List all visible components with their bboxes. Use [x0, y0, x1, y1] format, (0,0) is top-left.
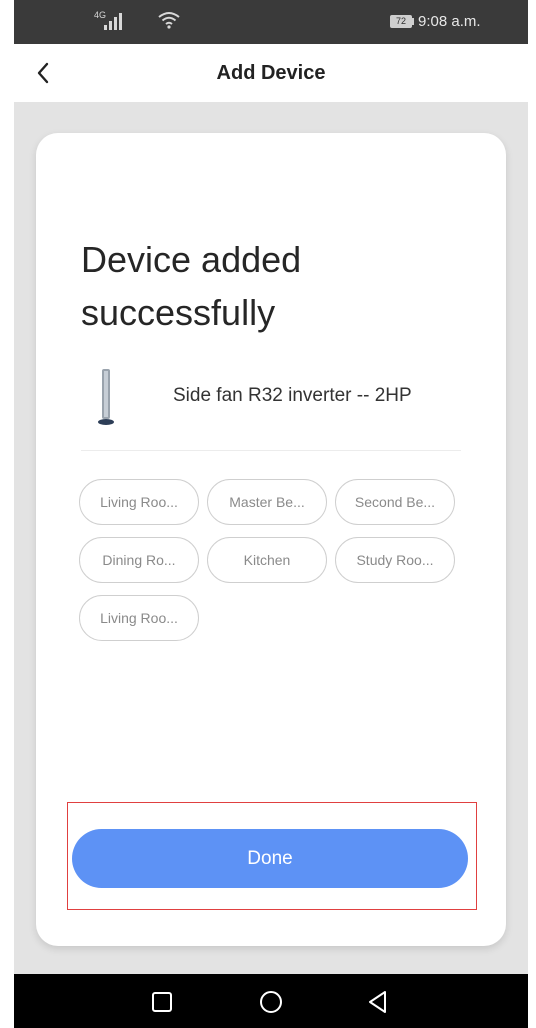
room-chip[interactable]: Kitchen: [207, 537, 327, 583]
room-chip[interactable]: Study Roo...: [335, 537, 455, 583]
done-button[interactable]: Done: [72, 829, 468, 888]
phone-screen: 4G 72 9:08 a.m. Add Device Device added …: [14, 0, 528, 1028]
signal-icon: [104, 12, 126, 30]
recent-apps-icon[interactable]: [148, 988, 176, 1016]
back-triangle-icon[interactable]: [364, 988, 392, 1016]
room-chip[interactable]: Living Roo...: [79, 479, 199, 525]
app-header: Add Device: [14, 44, 528, 102]
navigation-bar: [14, 974, 528, 1028]
device-name: Side fan R32 inverter -- 2HP: [173, 385, 412, 406]
home-icon[interactable]: [257, 988, 285, 1016]
room-chip[interactable]: Second Be...: [335, 479, 455, 525]
device-row: Side fan R32 inverter -- 2HP: [81, 361, 461, 431]
battery-icon: 72: [390, 15, 412, 28]
battery-level: 72: [395, 16, 406, 26]
status-time: 9:08 a.m.: [418, 13, 481, 30]
page-title: Add Device: [216, 62, 326, 84]
status-bar: 4G 72 9:08 a.m.: [14, 0, 528, 44]
divider: [81, 450, 461, 451]
room-chip[interactable]: Living Roo...: [79, 595, 199, 641]
battery-nub: [412, 18, 414, 25]
tower-unit-icon: [98, 369, 114, 425]
room-chip[interactable]: Dining Ro...: [79, 537, 199, 583]
success-title: Device added successfully: [81, 239, 302, 333]
wifi-icon: [158, 12, 180, 29]
room-chip[interactable]: Master Be...: [207, 479, 327, 525]
